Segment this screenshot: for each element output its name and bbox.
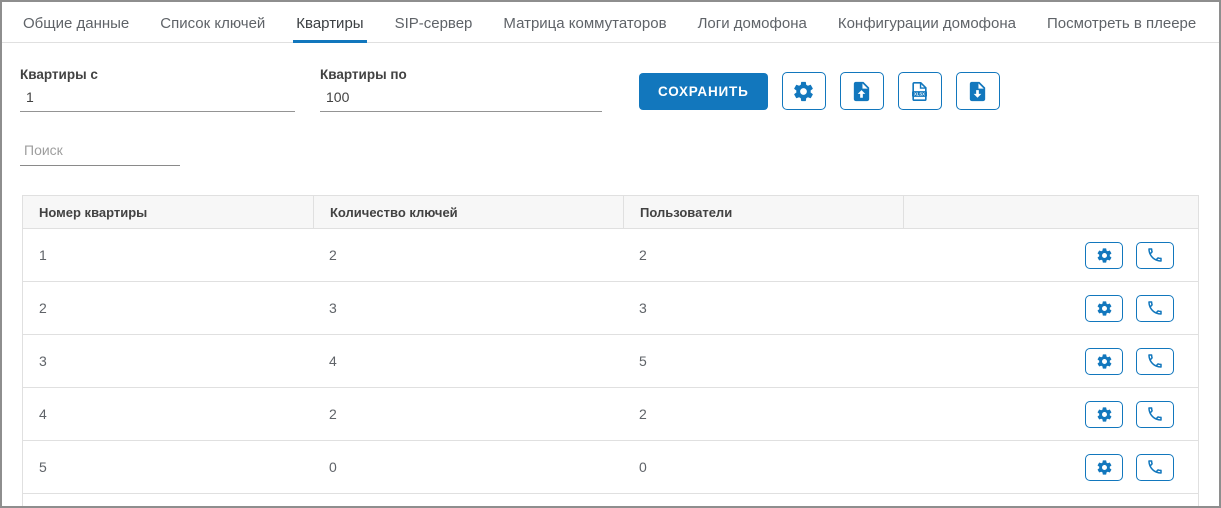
cell-apartment-number: 4 xyxy=(23,406,313,422)
row-call-button[interactable] xyxy=(1136,401,1174,428)
cell-actions xyxy=(903,401,1198,428)
row-call-button[interactable] xyxy=(1136,295,1174,322)
row-settings-button[interactable] xyxy=(1085,242,1123,269)
cell-users: 3 xyxy=(623,300,903,316)
phone-icon xyxy=(1146,246,1164,264)
cell-users: 5 xyxy=(623,353,903,369)
gear-icon xyxy=(1096,353,1113,370)
search-input[interactable] xyxy=(20,138,180,166)
tab-intercom-configs[interactable]: Конфигурации домофона xyxy=(835,2,1019,43)
cell-apartment-number: 1 xyxy=(23,247,313,263)
tab-apartments[interactable]: Квартиры xyxy=(293,2,366,43)
column-header-users: Пользователи xyxy=(623,196,903,228)
cell-key-count: 2 xyxy=(313,406,623,422)
apartments-table: Номер квартиры Количество ключей Пользов… xyxy=(22,195,1199,508)
intercom-settings-page: Общие данные Список ключей Квартиры SIP-… xyxy=(0,0,1221,508)
cell-apartment-number: 5 xyxy=(23,459,313,475)
cell-actions xyxy=(903,242,1198,269)
apartments-range-form: Квартиры с Квартиры по СОХРАНИТЬ xyxy=(2,43,1219,112)
apartments-from-input[interactable] xyxy=(20,84,295,112)
row-settings-button[interactable] xyxy=(1085,295,1123,322)
cell-actions xyxy=(903,295,1198,322)
column-header-actions xyxy=(903,196,1198,228)
column-header-apartment-number: Номер квартиры xyxy=(23,196,313,228)
tab-view-in-player[interactable]: Посмотреть в плеере xyxy=(1044,2,1199,43)
tab-sip-server[interactable]: SIP-сервер xyxy=(392,2,476,43)
cell-key-count: 3 xyxy=(313,300,623,316)
export-xlsx-button[interactable]: XLSX xyxy=(898,72,942,110)
gear-icon xyxy=(1096,406,1113,423)
phone-icon xyxy=(1146,299,1164,317)
column-header-key-count: Количество ключей xyxy=(313,196,623,228)
file-download-icon xyxy=(966,80,989,103)
apartments-to-label: Квартиры по xyxy=(320,67,602,82)
row-call-button[interactable] xyxy=(1136,454,1174,481)
gear-icon xyxy=(1096,247,1113,264)
tab-general-data[interactable]: Общие данные xyxy=(20,2,132,43)
cell-users: 0 xyxy=(623,459,903,475)
row-call-button[interactable] xyxy=(1136,348,1174,375)
row-settings-button[interactable] xyxy=(1085,348,1123,375)
phone-icon xyxy=(1146,352,1164,370)
apartments-from-field-group: Квартиры с xyxy=(20,67,295,112)
file-xlsx-icon: XLSX xyxy=(908,80,931,103)
table-row: 2 3 3 xyxy=(23,282,1198,335)
gear-icon xyxy=(1096,300,1113,317)
table-row: 3 4 5 xyxy=(23,335,1198,388)
search-section xyxy=(2,112,1219,166)
file-upload-icon xyxy=(850,80,873,103)
upload-file-button[interactable] xyxy=(840,72,884,110)
save-button[interactable]: СОХРАНИТЬ xyxy=(639,73,768,110)
cell-key-count: 4 xyxy=(313,353,623,369)
gear-icon xyxy=(1096,459,1113,476)
table-body: 1 2 2 2 3 3 xyxy=(23,229,1198,494)
row-settings-button[interactable] xyxy=(1085,454,1123,481)
gear-icon xyxy=(792,80,815,103)
table-header: Номер квартиры Количество ключей Пользов… xyxy=(23,196,1198,229)
row-settings-button[interactable] xyxy=(1085,401,1123,428)
svg-text:XLSX: XLSX xyxy=(914,91,925,96)
cell-users: 2 xyxy=(623,247,903,263)
tab-key-list[interactable]: Список ключей xyxy=(157,2,268,43)
cell-key-count: 2 xyxy=(313,247,623,263)
cell-actions xyxy=(903,454,1198,481)
phone-icon xyxy=(1146,458,1164,476)
table-row: 4 2 2 xyxy=(23,388,1198,441)
cell-apartment-number: 2 xyxy=(23,300,313,316)
cell-users: 2 xyxy=(623,406,903,422)
apartments-to-field-group: Квартиры по xyxy=(320,67,602,112)
tab-bar: Общие данные Список ключей Квартиры SIP-… xyxy=(2,2,1219,43)
settings-button[interactable] xyxy=(782,72,826,110)
table-row: 1 2 2 xyxy=(23,229,1198,282)
toolbar: СОХРАНИТЬ XLSX xyxy=(639,72,1000,110)
cell-actions xyxy=(903,348,1198,375)
apartments-from-label: Квартиры с xyxy=(20,67,295,82)
cell-apartment-number: 3 xyxy=(23,353,313,369)
download-file-button[interactable] xyxy=(956,72,1000,110)
cell-key-count: 0 xyxy=(313,459,623,475)
row-call-button[interactable] xyxy=(1136,242,1174,269)
table-row: 5 0 0 xyxy=(23,441,1198,494)
phone-icon xyxy=(1146,405,1164,423)
tab-switch-matrix[interactable]: Матрица коммутаторов xyxy=(500,2,669,43)
apartments-to-input[interactable] xyxy=(320,84,602,112)
tab-intercom-logs[interactable]: Логи домофона xyxy=(695,2,810,43)
